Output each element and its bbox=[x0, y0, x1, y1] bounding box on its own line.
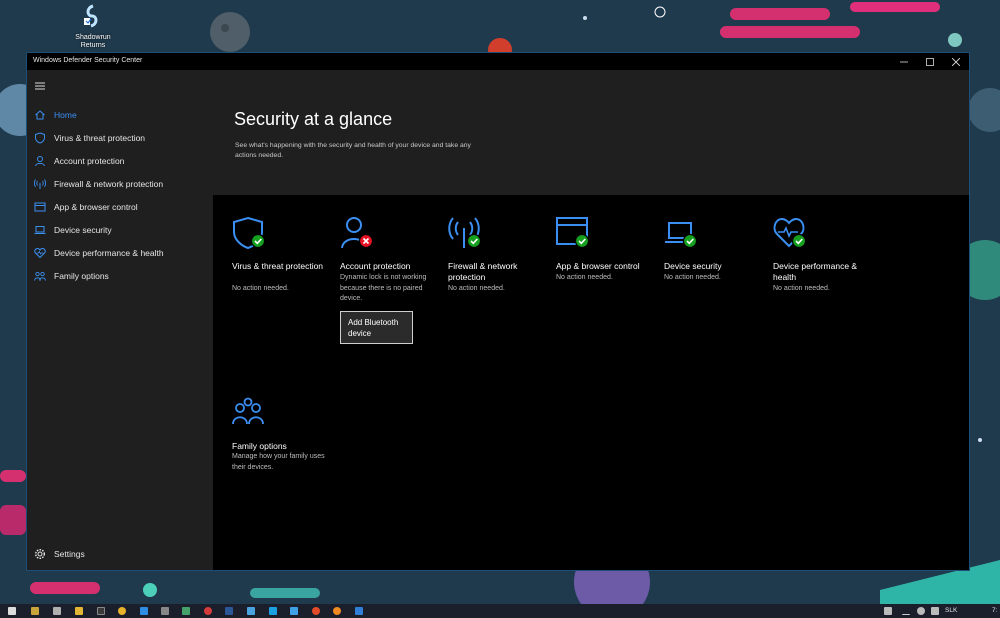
tile-title: Device security bbox=[664, 261, 722, 271]
taskbar-app-icon[interactable] bbox=[247, 607, 255, 615]
family-icon bbox=[232, 397, 264, 425]
tile-title: App & browser control bbox=[556, 261, 640, 271]
window-title: Windows Defender Security Center bbox=[33, 57, 143, 64]
page-subtitle: See what's happening with the security a… bbox=[235, 142, 471, 159]
close-button[interactable] bbox=[943, 53, 969, 70]
tile-status: Dynamic lock is not working because ther… bbox=[340, 274, 427, 302]
page-title: Security at a glance bbox=[234, 109, 393, 129]
skype-icon[interactable] bbox=[269, 607, 277, 615]
folder-icon[interactable] bbox=[75, 607, 83, 615]
sidebar-item-family[interactable]: Family options bbox=[27, 266, 213, 286]
volume-icon[interactable] bbox=[931, 607, 939, 615]
maximize-button[interactable] bbox=[917, 53, 943, 70]
taskbar-app-icon[interactable] bbox=[182, 607, 190, 615]
tile-title: Firewall & network protection bbox=[448, 261, 518, 282]
shield-icon bbox=[35, 132, 45, 144]
sidebar-item-account[interactable]: Account protection bbox=[27, 151, 213, 171]
language-indicator[interactable]: SLK bbox=[945, 607, 957, 614]
sidebar-item-virus-threat[interactable]: Virus & threat protection bbox=[27, 128, 213, 148]
sidebar-item-label: Virus & threat protection bbox=[54, 133, 146, 143]
sidebar-item-device-performance[interactable]: Device performance & health bbox=[27, 243, 213, 263]
sidebar-item-label: App & browser control bbox=[54, 202, 138, 212]
tile-title: Family options bbox=[232, 441, 287, 451]
sidebar-item-home[interactable]: Home bbox=[27, 105, 213, 125]
minimize-icon bbox=[900, 61, 908, 62]
tiles-area: Virus & threat protection No action need… bbox=[213, 195, 969, 570]
edge-icon[interactable] bbox=[140, 607, 148, 615]
taskbar-app-icon[interactable] bbox=[312, 607, 320, 615]
chevron-up-icon[interactable] bbox=[902, 607, 910, 615]
taskbar-app-icon[interactable] bbox=[161, 607, 169, 615]
taskbar: SLK 7: bbox=[0, 604, 1000, 618]
close-icon bbox=[952, 57, 960, 66]
laptop-check-icon bbox=[665, 222, 698, 249]
sidebar-item-label: Firewall & network protection bbox=[54, 179, 164, 189]
cloud-icon[interactable] bbox=[917, 607, 925, 615]
tile-title: Virus & threat protection bbox=[232, 261, 324, 271]
page-header: Security at a glance See what's happenin… bbox=[213, 70, 969, 195]
sidebar-item-firewall[interactable]: Firewall & network protection bbox=[27, 174, 213, 194]
start-icon[interactable] bbox=[8, 607, 16, 615]
shadowrun-icon bbox=[84, 4, 98, 28]
sidebar-item-label: Device security bbox=[54, 225, 112, 235]
sidebar-item-label: Device performance & health bbox=[54, 248, 164, 258]
tile-status: No action needed. bbox=[556, 274, 613, 281]
maximize-icon bbox=[926, 57, 934, 66]
tile-status: Manage how your family uses their device… bbox=[232, 453, 325, 471]
sidebar-item-app-browser[interactable]: App & browser control bbox=[27, 197, 213, 217]
people-icon[interactable] bbox=[884, 607, 892, 615]
desktop-shortcut-label: Shadowrun Returns bbox=[75, 34, 111, 49]
person-icon bbox=[35, 156, 45, 167]
tile-status: No action needed. bbox=[773, 285, 830, 292]
home-icon bbox=[35, 110, 45, 120]
shield-check-icon bbox=[233, 216, 266, 250]
sidebar-item-device-security[interactable]: Device security bbox=[27, 220, 213, 240]
security-center-window: Windows Defender Security Center Home Vi… bbox=[26, 52, 970, 571]
heart-icon bbox=[34, 247, 46, 259]
gear-icon bbox=[34, 548, 46, 560]
sidebar: Home Virus & threat protection Account p… bbox=[27, 70, 213, 570]
hamburger-menu-icon[interactable] bbox=[35, 81, 47, 91]
family-icon bbox=[34, 271, 46, 281]
clock[interactable]: 7: bbox=[992, 607, 997, 614]
word-icon[interactable] bbox=[225, 607, 233, 615]
app-window-icon bbox=[34, 202, 46, 212]
defender-icon[interactable] bbox=[355, 607, 363, 615]
tile-title: Account protection bbox=[340, 261, 411, 271]
taskbar-app-icon[interactable] bbox=[31, 607, 39, 615]
add-bluetooth-device-button[interactable]: Add Bluetooth device bbox=[340, 311, 413, 344]
laptop-icon bbox=[34, 226, 46, 234]
person-error-icon bbox=[341, 217, 374, 249]
sidebar-item-label: Account protection bbox=[54, 156, 125, 166]
taskbar-app-icon[interactable] bbox=[97, 607, 105, 615]
tile-status: No action needed. bbox=[448, 285, 505, 292]
app-window-check-icon bbox=[556, 217, 590, 249]
tile-status: No action needed. bbox=[664, 274, 721, 281]
tile-title: Device performance & health bbox=[773, 261, 858, 282]
desktop-shortcut-shadowrun[interactable]: Shadowrun Returns bbox=[68, 4, 118, 50]
taskbar-app-icon[interactable] bbox=[53, 607, 61, 615]
opera-icon[interactable] bbox=[204, 607, 212, 615]
wifi-antenna-icon bbox=[34, 179, 46, 189]
firefox-icon[interactable] bbox=[333, 607, 341, 615]
chrome-icon[interactable] bbox=[118, 607, 126, 615]
settings-label: Settings bbox=[54, 549, 85, 559]
sidebar-item-label: Home bbox=[54, 110, 77, 120]
minimize-button[interactable] bbox=[891, 53, 917, 70]
wifi-antenna-check-icon bbox=[448, 217, 482, 249]
taskbar-app-icon[interactable] bbox=[290, 607, 298, 615]
tile-status: No action needed. bbox=[232, 285, 289, 292]
sidebar-item-settings[interactable]: Settings bbox=[27, 544, 213, 564]
sidebar-item-label: Family options bbox=[54, 271, 109, 281]
title-bar[interactable]: Windows Defender Security Center bbox=[27, 53, 969, 70]
heart-pulse-check-icon bbox=[773, 217, 807, 249]
